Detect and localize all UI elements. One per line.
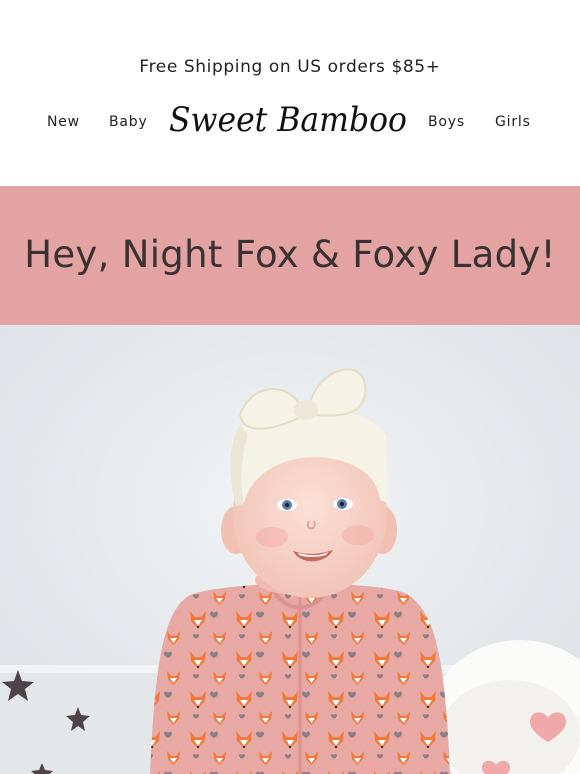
hero-image[interactable] — [0, 325, 580, 774]
headline: Hey, Night Fox & Foxy Lady! — [24, 233, 556, 276]
nav-link-boys[interactable]: Boys — [428, 114, 465, 130]
email-header: Free Shipping on US orders $85+ New Baby… — [0, 0, 580, 186]
baby-photo — [0, 325, 580, 774]
shipping-promo: Free Shipping on US orders $85+ — [139, 57, 441, 77]
nav-link-girls[interactable]: Girls — [495, 114, 531, 130]
nav-link-baby[interactable]: Baby — [109, 114, 148, 130]
svg-text:Sweet Bamboo: Sweet Bamboo — [169, 100, 407, 140]
sweet-bamboo-logo[interactable]: Sweet Bamboo — [166, 94, 410, 142]
headline-banner: Hey, Night Fox & Foxy Lady! — [0, 186, 580, 325]
nav-link-new[interactable]: New — [47, 114, 80, 130]
